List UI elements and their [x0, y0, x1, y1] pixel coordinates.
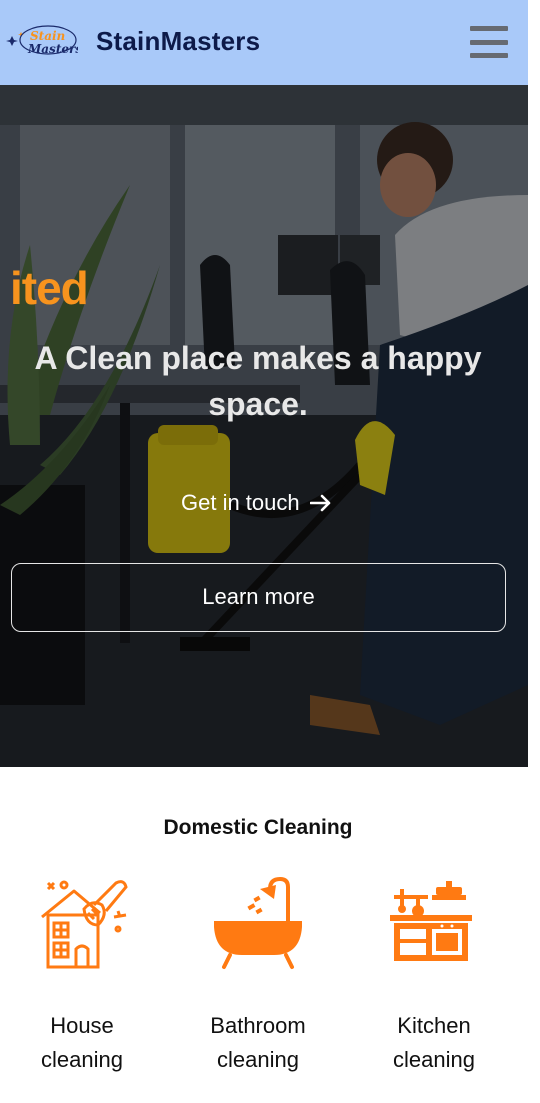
- top-header: Stain Masters StainMasters: [0, 0, 528, 85]
- menu-bar: [470, 39, 508, 45]
- menu-bar: [470, 26, 508, 31]
- brand-name[interactable]: StainMasters: [96, 26, 260, 57]
- service-label: House cleaning: [41, 1013, 123, 1072]
- section-title: Domestic Cleaning: [163, 816, 353, 839]
- get-in-touch-label: Get in touch: [181, 490, 300, 515]
- service-house-cleaning[interactable]: House cleaning: [7, 875, 157, 1077]
- service-bathroom-cleaning[interactable]: Bathroom cleaning: [183, 875, 333, 1077]
- kitchen-icon: [390, 881, 472, 961]
- svg-text:Masters: Masters: [27, 42, 78, 56]
- logo[interactable]: Stain Masters: [4, 22, 78, 62]
- get-in-touch-link[interactable]: Get in touch: [181, 490, 332, 516]
- menu-bar: [470, 53, 508, 58]
- tagline-line-2: space.: [208, 386, 308, 422]
- service-label: Kitchen cleaning: [393, 1013, 475, 1072]
- tagline-line-1: A Clean place makes a happy: [34, 340, 482, 376]
- service-kitchen-cleaning[interactable]: Kitchen cleaning: [359, 875, 509, 1077]
- service-label: Bathroom cleaning: [210, 1013, 306, 1072]
- arrow-right-icon: [309, 494, 330, 512]
- bathtub-icon: [214, 876, 302, 969]
- svg-text:Stain: Stain: [30, 29, 65, 43]
- house-cleaning-icon: [41, 880, 128, 969]
- hero-tagline: A Clean place makes a happy space.: [0, 335, 516, 427]
- hamburger-icon[interactable]: [470, 26, 508, 58]
- hero-accent-text: ited: [10, 262, 89, 314]
- hero-banner: ited A Clean place makes a happy space. …: [0, 85, 528, 767]
- learn-more-button[interactable]: Learn more: [11, 563, 506, 632]
